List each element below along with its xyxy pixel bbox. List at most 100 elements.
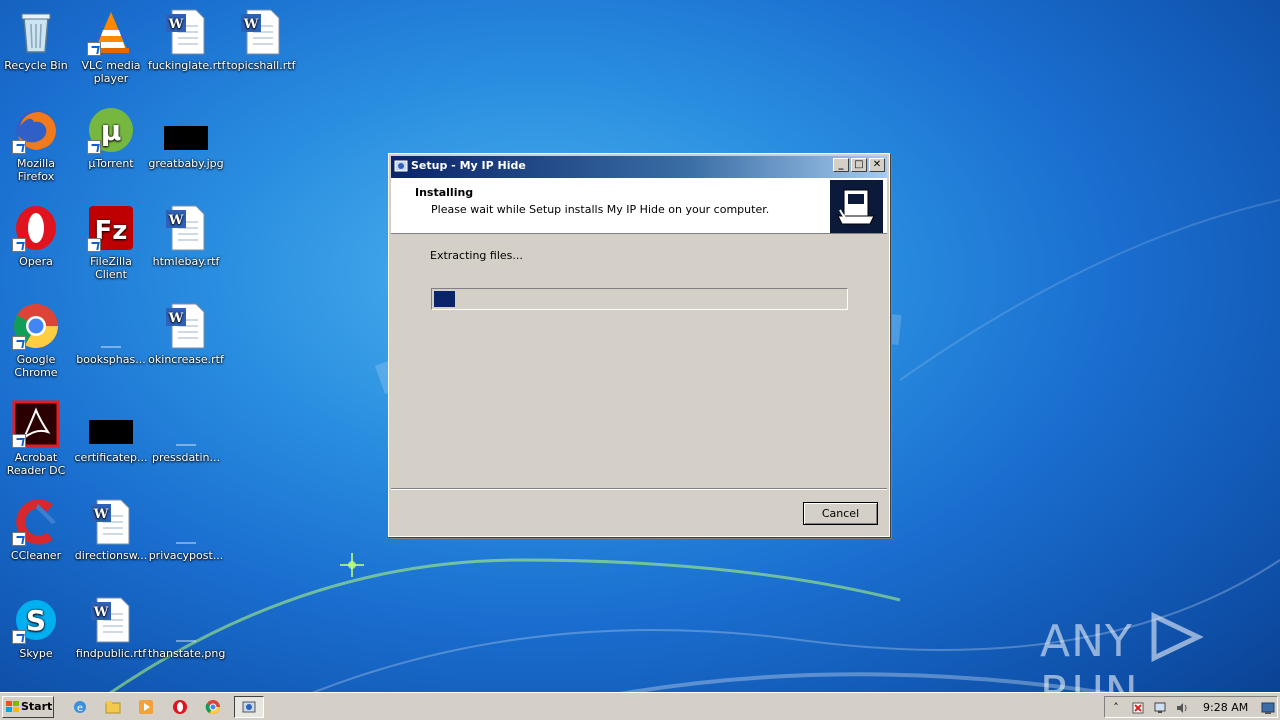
desktop-icon-chrome[interactable]: Google Chrome (0, 302, 74, 379)
desktop-icon-label: Google Chrome (14, 353, 58, 379)
play-logo-icon (1151, 612, 1204, 662)
rtf-document-icon: W (87, 498, 135, 546)
skype-icon: S (12, 596, 60, 644)
desktop-icon-opera[interactable]: Opera (0, 204, 74, 268)
desktop-icon-htmlebay[interactable]: W htmlebay.rtf (148, 204, 224, 268)
rtf-document-icon: W (162, 302, 210, 350)
shortcut-arrow-icon (12, 238, 26, 252)
shortcut-arrow-icon (12, 140, 26, 154)
shortcut-arrow-icon (87, 140, 101, 154)
desktop-icon-thanstate[interactable]: thanstate.png (148, 596, 226, 660)
desktop-icon-label: directionsw... (74, 549, 148, 562)
desktop-icon-label: topicshall.rtf (226, 59, 296, 72)
close-button[interactable]: ✕ (869, 158, 885, 172)
desktop-icon-ccleaner[interactable]: CCleaner (0, 498, 74, 562)
installer-logo-icon (830, 180, 883, 233)
blank-file-icon (162, 498, 210, 546)
volume-icon[interactable] (1175, 701, 1189, 715)
desktop-icon-label: booksphas... (76, 353, 146, 366)
acrobat-icon (12, 400, 60, 448)
media-player-icon[interactable] (138, 699, 154, 715)
desktop-icon-filezilla[interactable]: Fz FileZilla Client (73, 204, 149, 281)
blank-file-icon (162, 400, 210, 448)
rtf-document-icon: W (162, 204, 210, 252)
desktop-icon-vlc[interactable]: VLC media player (73, 8, 149, 85)
blank-file-icon (162, 596, 210, 644)
desktop-icon-fuckinglate[interactable]: W fuckinglate.rtf (148, 8, 226, 72)
shortcut-arrow-icon (12, 532, 26, 546)
svg-text:S: S (26, 604, 46, 637)
setup-app-icon (394, 160, 408, 172)
chrome-icon (12, 302, 60, 350)
file-explorer-icon[interactable] (105, 699, 121, 715)
desktop-icon-label: Skype (19, 647, 53, 660)
shortcut-arrow-icon (87, 42, 101, 56)
windows-flag-icon (6, 701, 19, 712)
desktop-icon-label: findpublic.rtf (75, 647, 147, 660)
wizard-page-subtitle: Please wait while Setup installs My IP H… (431, 203, 770, 216)
shortcut-arrow-icon (12, 336, 26, 350)
desktop-icon-booksphas[interactable]: booksphas... (73, 302, 149, 366)
desktop-icon-utorrent[interactable]: µ µTorrent (73, 106, 149, 170)
svg-text:W: W (168, 17, 184, 32)
watermark-text-left: ANY (1040, 616, 1133, 667)
desktop-icon-label: Recycle Bin (4, 59, 68, 72)
desktop-icon-topicshall[interactable]: W topicshall.rtf (223, 8, 299, 72)
action-center-icon[interactable] (1131, 701, 1145, 715)
desktop-icon-privacypost[interactable]: privacypost... (148, 498, 224, 562)
window-title: Setup - My IP Hide (411, 159, 526, 172)
minimize-button[interactable]: _ (833, 158, 849, 172)
desktop-icon-label: µTorrent (88, 157, 134, 170)
button-area-separator (391, 488, 887, 490)
setup-taskbar-icon (242, 701, 256, 713)
svg-text:W: W (168, 213, 184, 228)
desktop-icon-firefox[interactable]: Mozilla Firefox (0, 106, 74, 183)
desktop-icon-directionsw[interactable]: W directionsw... (73, 498, 149, 562)
firefox-icon (12, 106, 60, 154)
cancel-button[interactable]: Cancel (803, 502, 878, 525)
desktop-icon-okincrease[interactable]: W okincrease.rtf (148, 302, 224, 366)
show-hidden-icons-icon[interactable]: ˄ (1109, 701, 1123, 715)
window-titlebar[interactable]: Setup - My IP Hide _ □ ✕ (391, 156, 887, 178)
desktop-icon-label: certificatep... (74, 451, 148, 464)
opera-icon (12, 204, 60, 252)
svg-text:µ: µ (101, 114, 122, 147)
svg-text:W: W (93, 605, 109, 620)
wizard-header: Installing Please wait while Setup insta… (391, 178, 887, 234)
desktop-icon-label: fuckinglate.rtf (148, 59, 226, 72)
desktop-icon-label: htmlebay.rtf (152, 255, 220, 268)
svg-text:W: W (243, 17, 259, 32)
taskbar: Start e ˄ 9:28 AM (0, 692, 1280, 720)
desktop-icon-label: CCleaner (10, 549, 62, 562)
desktop-icon-certificatep[interactable]: certificatep... (73, 400, 149, 464)
shortcut-arrow-icon (12, 630, 26, 644)
chrome-taskbar-icon[interactable] (205, 699, 221, 715)
desktop-icon-acrobat[interactable]: Acrobat Reader DC (0, 400, 74, 477)
utorrent-icon: µ (87, 106, 135, 154)
ccleaner-icon (12, 498, 60, 546)
desktop-icon-label: greatbaby.jpg (148, 157, 224, 170)
svg-text:W: W (168, 311, 184, 326)
desktop-icon-label: FileZilla Client (90, 255, 132, 281)
desktop-icon-label: thanstate.png (148, 647, 226, 660)
desktop-icon-skype[interactable]: S Skype (0, 596, 74, 660)
desktop-icon-findpublic[interactable]: W findpublic.rtf (73, 596, 149, 660)
wizard-page-title: Installing (415, 186, 474, 199)
blank-file-icon (87, 302, 135, 350)
shortcut-arrow-icon (12, 434, 26, 448)
internet-explorer-icon[interactable]: e (72, 699, 88, 715)
progress-fill (434, 291, 455, 307)
desktop-icon-recycle-bin[interactable]: Recycle Bin (0, 8, 74, 72)
taskbar-setup-item[interactable] (234, 696, 264, 718)
opera-taskbar-icon[interactable] (172, 699, 188, 715)
maximize-button[interactable]: □ (851, 158, 867, 172)
desktop-icon-label: Acrobat Reader DC (6, 451, 66, 477)
vlc-icon (87, 8, 135, 56)
clock[interactable]: 9:28 AM (1203, 701, 1248, 714)
desktop-icon-greatbaby[interactable]: greatbaby.jpg (148, 106, 224, 170)
desktop-icon-pressdatin[interactable]: pressdatin... (148, 400, 224, 464)
start-button[interactable]: Start (2, 696, 54, 718)
network-icon[interactable] (1153, 701, 1167, 715)
show-desktop-icon[interactable] (1261, 701, 1275, 715)
status-text: Extracting files... (430, 249, 523, 262)
